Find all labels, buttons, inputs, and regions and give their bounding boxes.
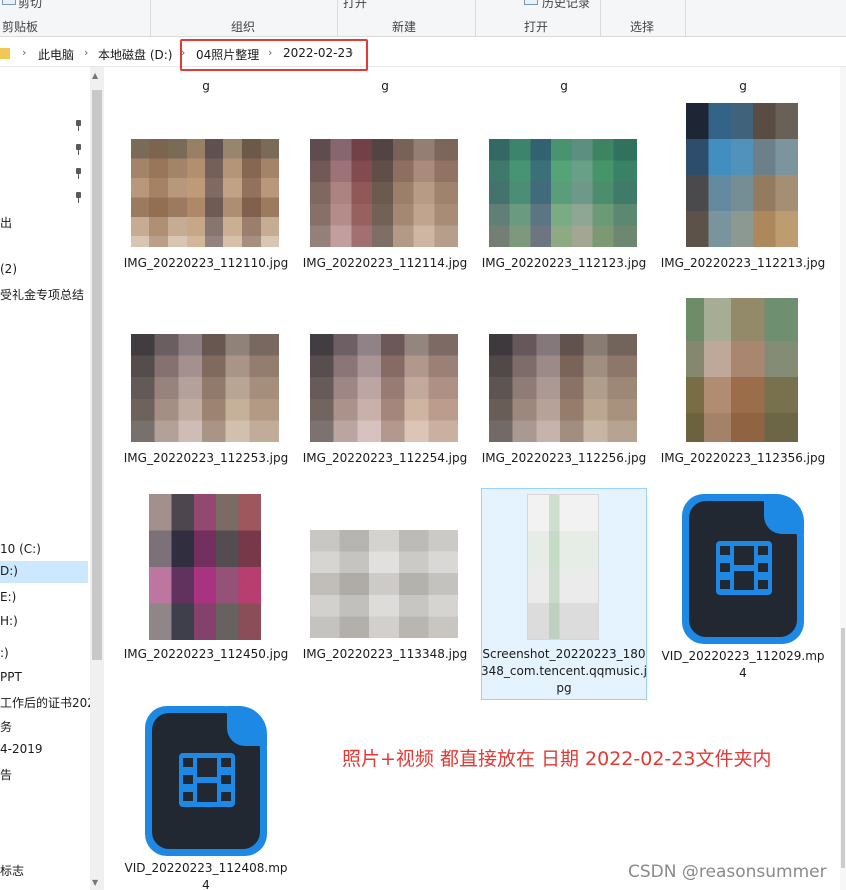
file-name: VID_20220223_112029.mp4: [661, 649, 825, 680]
photo-thumbnail: [686, 103, 798, 247]
ribbon-divider: [150, 0, 151, 37]
group-new: 新建: [392, 20, 417, 34]
cut-button[interactable]: 剪切: [18, 0, 42, 11]
chevron-right-icon[interactable]: ›: [22, 46, 26, 59]
folder-icon: [0, 48, 10, 59]
group-organize: 组织: [231, 20, 256, 34]
pin-icon[interactable]: [74, 144, 83, 156]
navigation-pane: [0, 67, 104, 890]
file-name: IMG_20220223_112110.jpg: [123, 256, 289, 270]
nav-item[interactable]: (2): [0, 262, 17, 276]
nav-item-drive-h[interactable]: H:): [0, 614, 18, 628]
nav-item[interactable]: :): [0, 646, 9, 660]
file-name: IMG_20220223_112213.jpg: [660, 256, 826, 270]
file-name: IMG_20220223_112253.jpg: [123, 451, 289, 465]
pin-icon[interactable]: [74, 168, 83, 180]
file-name-partial[interactable]: g: [123, 79, 289, 93]
ribbon-divider: [685, 0, 686, 37]
nav-scrollbar-thumb[interactable]: [92, 90, 102, 660]
breadcrumb-local-disk-d[interactable]: 本地磁盘 (D:): [98, 46, 172, 63]
video-file-icon: [145, 706, 267, 856]
ribbon-divider: [475, 0, 476, 37]
file-name-partial[interactable]: g: [660, 79, 826, 93]
scroll-up-icon[interactable]: ▲: [92, 71, 98, 80]
photo-thumbnail: [489, 334, 637, 442]
photo-thumbnail: [131, 139, 279, 247]
file-name: IMG_20220223_112254.jpg: [302, 451, 468, 465]
pin-icon[interactable]: [74, 192, 83, 204]
nav-item[interactable]: 标志: [0, 862, 24, 879]
nav-item[interactable]: 工作后的证书202: [0, 694, 95, 711]
group-select: 选择: [630, 20, 655, 34]
file-name: IMG_20220223_112256.jpg: [481, 451, 647, 465]
ribbon-divider: [337, 0, 338, 37]
group-open: 打开: [524, 20, 549, 34]
photo-thumbnail: [310, 530, 458, 638]
ribbon: 剪切 打开 历史记录 剪贴板 组织 新建 打开 选择: [0, 0, 846, 37]
group-clipboard: 剪贴板: [2, 20, 39, 34]
nav-item[interactable]: 出: [0, 214, 12, 231]
history-icon[interactable]: [524, 0, 538, 5]
photo-thumbnail: [149, 494, 261, 640]
nav-item[interactable]: 告: [0, 766, 12, 783]
file-name: VID_20220223_112408.mp4: [124, 861, 288, 890]
nav-item[interactable]: 务: [0, 718, 12, 735]
pin-icon[interactable]: [74, 120, 83, 132]
file-name: IMG_20220223_112123.jpg: [481, 256, 647, 270]
photo-thumbnail: [686, 298, 798, 442]
file-name-partial[interactable]: g: [481, 79, 647, 93]
nav-item[interactable]: 受礼金专项总结: [0, 286, 84, 303]
address-bar[interactable]: › 此电脑 › 本地磁盘 (D:) › 04照片整理 › 2022-02-23 …: [0, 38, 846, 67]
file-name: Screenshot_20220223_180348_com.tencent.q…: [481, 647, 648, 695]
ribbon-divider: [600, 0, 601, 37]
nav-item[interactable]: PPT: [0, 670, 22, 684]
content-scrollbar-thumb[interactable]: [841, 628, 845, 868]
file-name: IMG_20220223_112450.jpg: [123, 647, 289, 661]
nav-item[interactable]: 4-2019: [0, 742, 43, 756]
file-name-partial[interactable]: g: [302, 79, 468, 93]
photo-thumbnail: [527, 494, 599, 640]
photo-thumbnail: [310, 139, 458, 247]
file-name: IMG_20220223_112356.jpg: [660, 451, 826, 465]
file-name: IMG_20220223_113348.jpg: [302, 647, 468, 661]
red-annotation-text: 照片+视频 都直接放在 日期 2022-02-23文件夹内: [342, 748, 772, 770]
photo-thumbnail: [131, 334, 279, 442]
nav-item-drive-e[interactable]: E:): [0, 590, 16, 604]
photo-thumbnail: [310, 334, 458, 442]
video-file-icon: [682, 494, 804, 644]
scroll-down-icon[interactable]: ▼: [92, 878, 98, 887]
breadcrumb-this-pc[interactable]: 此电脑: [38, 46, 74, 63]
nav-item-drive-d[interactable]: D:): [0, 561, 88, 583]
csdn-watermark: CSDN @reasonsummer: [628, 862, 827, 882]
photo-thumbnail: [489, 139, 637, 247]
history-button[interactable]: 历史记录: [542, 0, 590, 11]
chevron-right-icon[interactable]: ›: [84, 46, 88, 59]
nav-item-drive-c[interactable]: 10 (C:): [0, 542, 41, 556]
breadcrumb-highlight-annotation: [180, 39, 368, 71]
open-button[interactable]: 打开: [343, 0, 367, 11]
file-name: IMG_20220223_112114.jpg: [302, 256, 468, 270]
cut-icon[interactable]: [2, 0, 16, 5]
